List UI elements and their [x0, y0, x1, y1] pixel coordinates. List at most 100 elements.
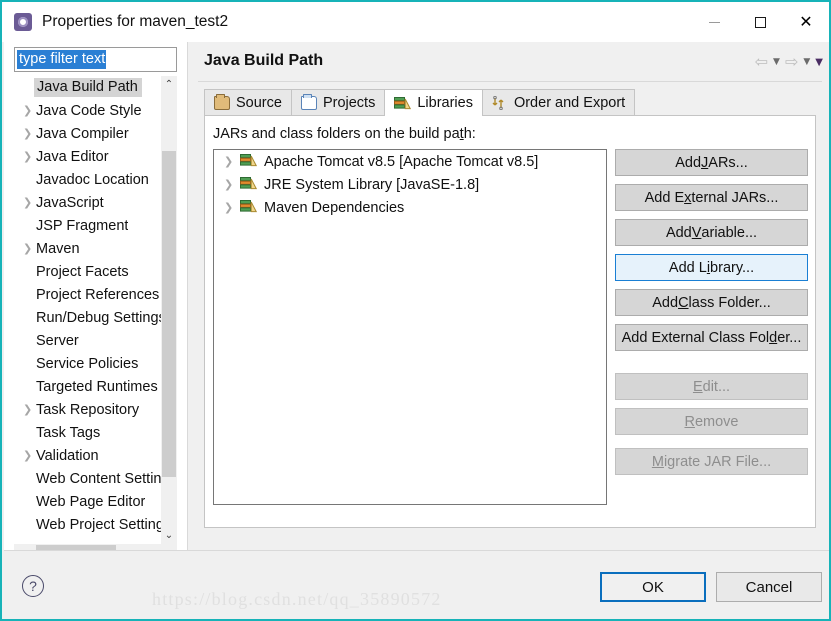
maximize-button[interactable]	[737, 2, 783, 42]
window-title: Properties for maven_test2	[42, 13, 229, 30]
settings-tree[interactable]: ❯Java Build Path❯Java Code Style❯Java Co…	[14, 76, 177, 544]
folder-blue-icon	[300, 94, 317, 110]
forward-arrow-icon[interactable]: ⇨	[785, 54, 798, 70]
libraries-tree[interactable]: ❯ Apache Tomcat v8.5 [Apache Tomcat v8.5]…	[213, 149, 607, 505]
jars-label-pre: JARs and class folders on the build pa	[213, 126, 460, 142]
add-external-jars-button[interactable]: Add Ex ternal JARs...	[615, 184, 808, 211]
button-label-mnemonic: R	[684, 413, 695, 430]
tab-libraries[interactable]: Libraries	[384, 89, 483, 116]
sidebar-item-javascript[interactable]: ❯ JavaScript	[14, 191, 177, 214]
sidebar-item-java-code-style[interactable]: ❯ Java Code Style	[14, 99, 177, 122]
tab-order-and-export[interactable]: Order and Export	[481, 89, 636, 116]
minimize-button[interactable]	[691, 2, 737, 42]
sidebar-item-label: JSP Fragment	[36, 217, 129, 234]
sidebar-item-java-build-path[interactable]: ❯Java Build Path	[14, 76, 177, 99]
book-stack-icon	[240, 199, 258, 217]
button-group-spacer	[615, 359, 808, 373]
cancel-button[interactable]: Cancel	[716, 572, 822, 602]
button-label-pre: Add E	[644, 189, 685, 206]
tree-indent-spacer: ❯	[22, 380, 36, 393]
sidebar-item-java-compiler[interactable]: ❯ Java Compiler	[14, 122, 177, 145]
chevron-right-icon[interactable]: ❯	[22, 449, 36, 462]
sidebar-item-validation[interactable]: ❯ Validation	[14, 444, 177, 467]
tab-label: Order and Export	[513, 95, 626, 111]
library-row[interactable]: ❯ JRE System Library [JavaSE-1.8]	[214, 173, 606, 196]
chevron-right-icon[interactable]: ❯	[22, 150, 36, 163]
tree-indent-spacer: ❯	[22, 173, 36, 186]
sidebar-scroll-thumb[interactable]	[162, 151, 176, 477]
sidebar-item-label: Server	[36, 332, 79, 349]
page-menu-caret-icon[interactable]: ▼	[815, 57, 823, 68]
button-label-mnemonic: C	[678, 294, 689, 311]
tree-indent-spacer: ❯	[22, 357, 36, 370]
chevron-right-icon[interactable]: ❯	[224, 178, 240, 191]
jars-label-post: h:	[463, 126, 476, 142]
chevron-right-icon[interactable]: ❯	[22, 196, 36, 209]
sidebar-item-label: Project Facets	[36, 263, 129, 280]
forward-dropdown-caret-icon[interactable]: ▼	[803, 57, 810, 67]
button-label-post: ARs...	[708, 154, 748, 171]
button-label-post: brary...	[710, 259, 755, 276]
libraries-tab-panel: JARs and class folders on the build path…	[204, 115, 816, 619]
add-library-button[interactable]: Add Li brary...	[615, 254, 808, 281]
tab-source[interactable]: Source	[204, 89, 292, 116]
add-jars-button[interactable]: Add J ARs...	[615, 149, 808, 176]
sidebar-item-web-page-editor[interactable]: ❯Web Page Editor	[14, 490, 177, 513]
sidebar-item-label: JavaScript	[36, 194, 104, 211]
tab-projects[interactable]: Projects	[290, 89, 386, 116]
back-dropdown-caret-icon[interactable]: ▼	[773, 57, 780, 67]
button-label-pre: Add	[675, 154, 702, 171]
ok-button[interactable]: OK	[600, 572, 706, 602]
filter-input-wrapper[interactable]: type filter text	[14, 47, 177, 72]
title-separator	[198, 81, 822, 82]
sidebar-vertical-scrollbar[interactable]: ⌃ ⌄	[161, 76, 177, 544]
chevron-right-icon[interactable]: ❯	[22, 242, 36, 255]
sidebar-item-project-facets[interactable]: ❯Project Facets	[14, 260, 177, 283]
help-icon[interactable]: ?	[22, 575, 44, 597]
sidebar-item-label: Web Content Settings	[36, 470, 177, 487]
sidebar-item-web-project-settings[interactable]: ❯Web Project Settings	[14, 513, 177, 536]
dialog-footer: ? https://blog.csdn.net/qq_35890572 OK C…	[4, 550, 829, 619]
add-external-class-folder-button[interactable]: Add External Class Fol d er...	[615, 324, 808, 351]
close-button[interactable]: ✕	[783, 2, 829, 42]
chevron-right-icon[interactable]: ❯	[22, 403, 36, 416]
scroll-up-button[interactable]: ⌃	[161, 76, 177, 93]
sidebar-item-label: Java Compiler	[36, 125, 129, 142]
sidebar-item-javadoc-location[interactable]: ❯Javadoc Location	[14, 168, 177, 191]
sidebar-item-java-editor[interactable]: ❯ Java Editor	[14, 145, 177, 168]
remove-button: Remove	[615, 408, 808, 435]
add-class-folder-button[interactable]: Add Class Folder...	[615, 289, 808, 316]
sidebar-item-targeted-runtimes[interactable]: ❯Targeted Runtimes	[14, 375, 177, 398]
button-label-pre: Add L	[668, 259, 707, 276]
watermark-text: https://blog.csdn.net/qq_35890572	[152, 589, 442, 609]
chevron-right-icon[interactable]: ❯	[22, 104, 36, 117]
back-arrow-icon[interactable]: ⇦	[755, 54, 768, 70]
sidebar-item-run-debug-settings[interactable]: ❯Run/Debug Settings	[14, 306, 177, 329]
sidebar-item-label: Validation	[36, 447, 99, 464]
sidebar-item-web-content-settings[interactable]: ❯Web Content Settings	[14, 467, 177, 490]
book-stack-icon	[240, 153, 258, 171]
chevron-right-icon[interactable]: ❯	[224, 155, 240, 168]
tab-label: Source	[236, 95, 282, 111]
sidebar-item-maven[interactable]: ❯ Maven	[14, 237, 177, 260]
edit-button: Edit...	[615, 373, 808, 400]
sidebar-item-server[interactable]: ❯Server	[14, 329, 177, 352]
page-title: Java Build Path	[204, 52, 324, 69]
library-row[interactable]: ❯ Maven Dependencies	[214, 196, 606, 219]
tree-indent-spacer: ❯	[22, 426, 36, 439]
library-label: Maven Dependencies	[264, 199, 405, 216]
scroll-down-button[interactable]: ⌄	[161, 527, 177, 544]
sidebar-item-service-policies[interactable]: ❯Service Policies	[14, 352, 177, 375]
add-variable-button[interactable]: Add Variable...	[615, 219, 808, 246]
sidebar-item-jsp-fragment[interactable]: ❯JSP Fragment	[14, 214, 177, 237]
sidebar-item-project-references[interactable]: ❯Project References	[14, 283, 177, 306]
sidebar-item-task-tags[interactable]: ❯Task Tags	[14, 421, 177, 444]
sidebar-item-label: Java Build Path	[34, 78, 142, 97]
chevron-right-icon[interactable]: ❯	[224, 201, 240, 214]
filter-input[interactable]: type filter text	[17, 50, 107, 69]
library-row[interactable]: ❯ Apache Tomcat v8.5 [Apache Tomcat v8.5]	[214, 150, 606, 173]
button-label-mnemonic: x	[684, 189, 692, 206]
chevron-right-icon[interactable]: ❯	[22, 127, 36, 140]
button-label-post: ternal JARs...	[691, 189, 779, 206]
sidebar-item-task-repository[interactable]: ❯ Task Repository	[14, 398, 177, 421]
